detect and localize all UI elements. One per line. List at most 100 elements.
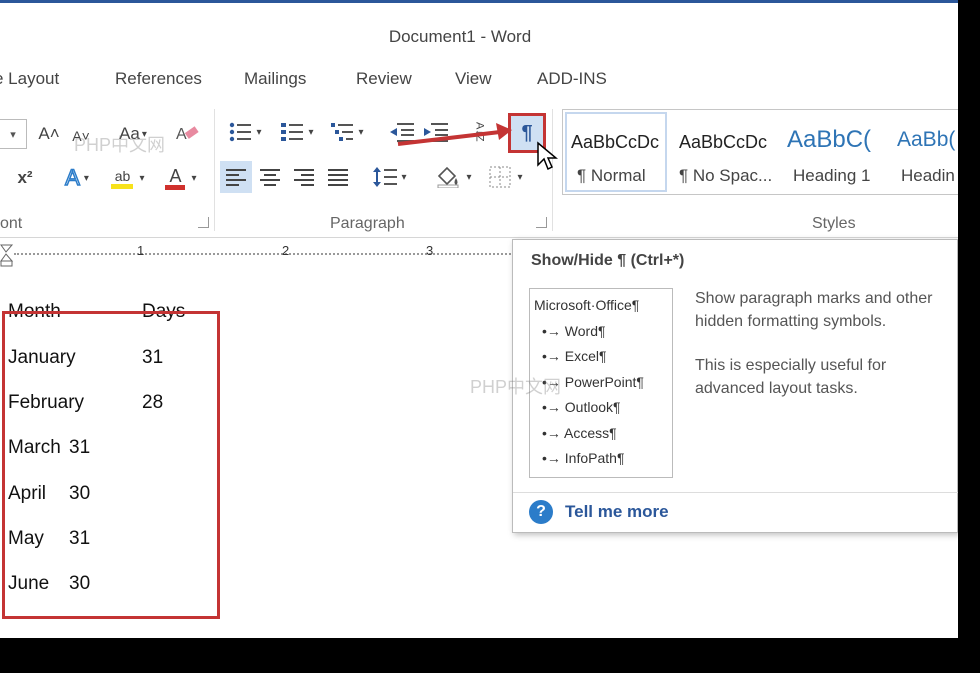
borders-icon	[489, 166, 511, 188]
ruler-ticks	[14, 253, 514, 255]
tooltip-description: advanced layout tasks.	[695, 380, 858, 397]
watermark: PHP中文网	[74, 135, 166, 155]
align-left-button[interactable]	[220, 161, 252, 193]
highlight-label: ab	[114, 167, 131, 184]
text-effects-icon: A	[64, 164, 80, 191]
style-sample: AaBb(	[897, 128, 956, 151]
preview-line: •→ Excel¶	[542, 348, 607, 364]
tooltip-title: Show/Hide ¶ (Ctrl+*)	[531, 252, 685, 269]
font-size-dropdown[interactable]: ▾	[0, 119, 27, 149]
tell-me-more-link[interactable]: Tell me more	[565, 502, 669, 522]
paragraph-dialog-launcher[interactable]	[536, 217, 547, 228]
preview-line: Microsoft·Office¶	[534, 297, 640, 313]
style-name: ¶ Normal	[577, 166, 646, 185]
align-left-icon	[226, 169, 246, 186]
ribbon-tabs: e Layout References Mailings Review View…	[0, 57, 958, 103]
mouse-cursor-icon	[537, 141, 558, 171]
line-spacing-button[interactable]: ▾	[368, 161, 412, 193]
group-separator	[214, 109, 215, 231]
preview-line: •→ Access¶	[542, 425, 617, 441]
numbering-button[interactable]: ▾	[274, 117, 320, 147]
style-name: ¶ No Spac...	[679, 166, 773, 185]
preview-line: •→ InfoPath¶	[542, 450, 625, 466]
chevron-down-icon: ▾	[517, 171, 523, 183]
help-icon[interactable]: ?	[529, 500, 553, 524]
highlighter-icon: ab	[111, 167, 134, 189]
svg-text:A: A	[176, 126, 187, 143]
style-normal[interactable]: AaBbCcDc ¶ Normal	[563, 110, 669, 194]
style-sample: AaBbC(	[787, 126, 872, 153]
superscript-button[interactable]: x²	[12, 165, 38, 191]
style-name: Headin	[901, 166, 955, 185]
indent-marker-icon	[0, 244, 14, 267]
bullets-button[interactable]: ▾	[222, 117, 268, 147]
tab-add-ins[interactable]: ADD-INS	[537, 69, 607, 89]
bullet-list-icon	[230, 122, 252, 142]
highlight-button[interactable]: ab ▾	[104, 163, 152, 193]
shading-button[interactable]: ▾	[430, 161, 478, 193]
align-center-icon	[260, 169, 280, 186]
font-group-label: ont	[0, 215, 23, 232]
annotation-arrow-icon	[397, 123, 512, 146]
multilevel-list-icon	[331, 123, 354, 141]
tab-references[interactable]: References	[115, 69, 202, 89]
tab-mailings[interactable]: Mailings	[244, 69, 306, 89]
styles-group-label: Styles	[812, 215, 856, 232]
chevron-down-icon: ▾	[10, 128, 16, 141]
text-effects-button[interactable]: A ▾	[56, 163, 98, 193]
watermark: PHP中文网	[470, 377, 562, 397]
font-color-label: A	[169, 165, 182, 186]
chevron-down-icon: ▾	[256, 126, 262, 138]
justify-button[interactable]	[322, 161, 354, 193]
font-color-button[interactable]: A ▾	[158, 163, 204, 193]
ruler-mark: 3	[426, 243, 434, 258]
tab-review[interactable]: Review	[356, 69, 412, 89]
word-window: Document1 - Word e Layout References Mai…	[0, 0, 958, 638]
chevron-down-icon: ▾	[191, 172, 197, 184]
tooltip-divider	[513, 492, 958, 493]
numbered-list-icon	[281, 123, 304, 141]
font-color-swatch	[165, 184, 186, 190]
style-sample: AaBbCcDc	[571, 132, 660, 152]
align-center-button[interactable]	[254, 161, 286, 193]
style-heading-2[interactable]: AaBb( Headin	[889, 110, 958, 194]
ruler-mark: 1	[137, 243, 145, 258]
chevron-down-icon: ▾	[139, 172, 145, 184]
paint-bucket-icon	[437, 166, 459, 188]
window-title: Document1 - Word	[388, 27, 532, 46]
eraser-icon: A	[176, 126, 199, 143]
highlight-swatch	[111, 183, 134, 189]
paragraph-group-label: Paragraph	[330, 215, 405, 232]
chevron-down-icon: ▾	[308, 126, 314, 138]
font-dialog-launcher[interactable]	[198, 217, 209, 228]
tab-view[interactable]: View	[455, 69, 492, 89]
style-sample: AaBbCcDc	[679, 132, 768, 152]
annotation-highlight-box	[2, 311, 220, 619]
pilcrow-icon: ¶	[521, 121, 533, 144]
ruler-mark: 2	[282, 243, 290, 258]
preview-line: •→ Word¶	[542, 323, 606, 339]
chevron-down-icon: ▾	[83, 172, 89, 184]
justify-icon	[328, 169, 348, 186]
clear-formatting-button[interactable]: A	[170, 119, 204, 147]
font-color-icon: A	[165, 165, 186, 190]
grow-font-button[interactable]: A˄	[36, 121, 62, 147]
tooltip-description: hidden formatting symbols.	[695, 313, 887, 330]
tooltip-description: This is especially useful for	[695, 357, 887, 374]
style-no-spacing[interactable]: AaBbCcDc ¶ No Spac...	[671, 110, 777, 194]
style-heading-1[interactable]: AaBbC( Heading 1	[781, 110, 887, 194]
styles-gallery: AaBbCcDc ¶ Normal AaBbCcDc ¶ No Spac... …	[562, 109, 958, 195]
show-hide-tooltip: Show/Hide ¶ (Ctrl+*) Microsoft·Office¶ •…	[512, 239, 958, 533]
borders-button[interactable]: ▾	[482, 161, 530, 193]
tab-page-layout[interactable]: e Layout	[0, 69, 59, 89]
horizontal-ruler[interactable]: 1 2 3	[0, 239, 520, 269]
chevron-down-icon: ▾	[466, 171, 472, 183]
align-right-button[interactable]	[288, 161, 320, 193]
style-name: Heading 1	[793, 166, 871, 185]
chevron-down-icon: ▾	[401, 171, 407, 183]
line-spacing-icon	[373, 167, 398, 187]
preview-line: •→ Outlook¶	[542, 399, 621, 415]
align-right-icon	[294, 169, 314, 186]
multilevel-list-button[interactable]: ▾	[324, 117, 370, 147]
chevron-down-icon: ▾	[358, 126, 364, 138]
